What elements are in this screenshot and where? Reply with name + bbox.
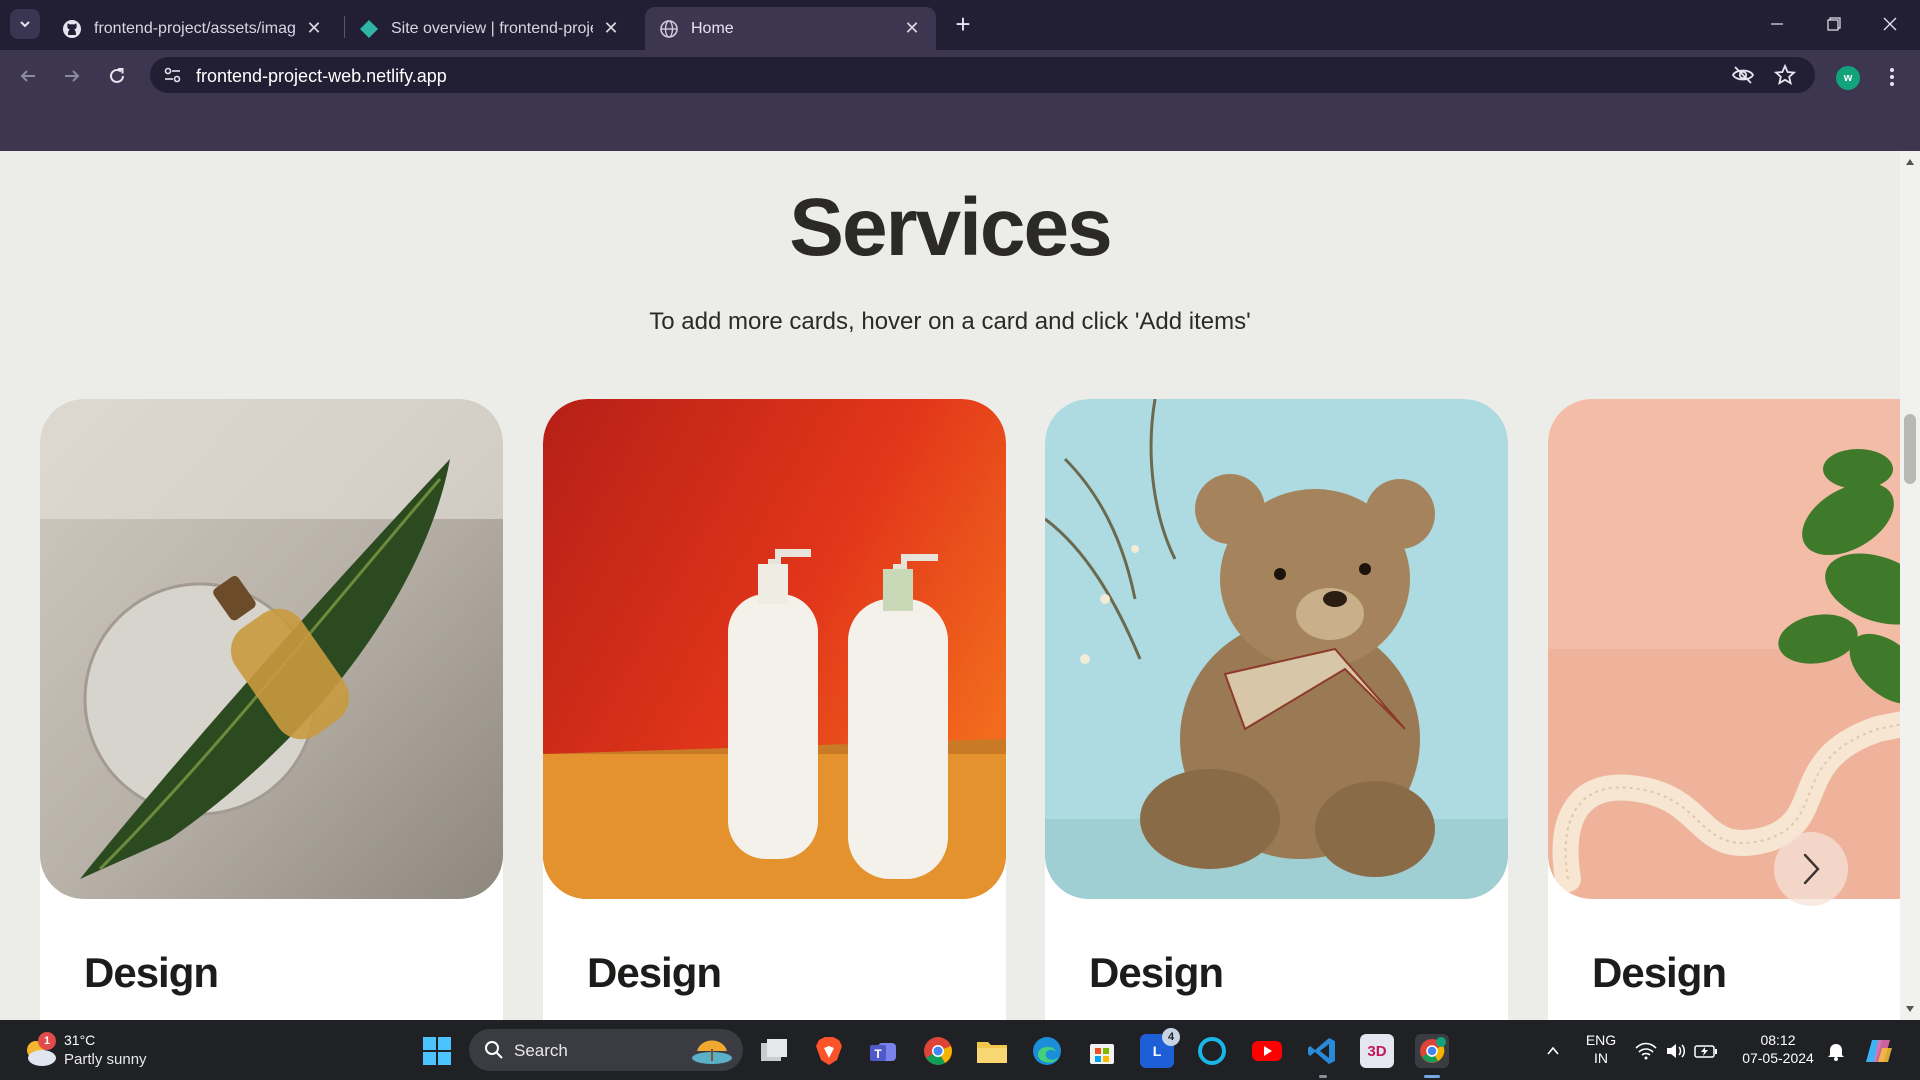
close-window-button[interactable] bbox=[1868, 8, 1912, 40]
edge-icon[interactable] bbox=[1030, 1034, 1064, 1068]
3d-app-icon[interactable]: 3D bbox=[1360, 1034, 1394, 1068]
tab-title: Site overview | frontend-project bbox=[391, 19, 593, 37]
service-card[interactable]: Design bbox=[1548, 399, 1920, 1020]
search-highlight-icon bbox=[692, 1040, 732, 1064]
scroll-thumb[interactable] bbox=[1904, 414, 1916, 484]
search-icon bbox=[485, 1041, 503, 1059]
eye-off-icon[interactable] bbox=[1730, 62, 1756, 88]
page-title: Services bbox=[789, 182, 1112, 273]
more-menu-icon[interactable] bbox=[1882, 62, 1902, 92]
card-heading: Design bbox=[1592, 949, 1727, 996]
card-image-plant-ribbon bbox=[1548, 399, 1920, 899]
card-image-perfume bbox=[40, 399, 503, 899]
scroll-up-icon[interactable] bbox=[1906, 159, 1914, 165]
page-viewport: Services To add more cards, hover on a c… bbox=[0, 151, 1920, 1020]
reload-icon bbox=[110, 68, 124, 83]
task-view-icon[interactable] bbox=[757, 1034, 791, 1068]
page-subtitle: To add more cards, hover on a card and c… bbox=[649, 308, 1251, 335]
lang-line2: IN bbox=[1594, 1050, 1608, 1066]
active-indicator bbox=[1424, 1075, 1440, 1078]
clock-time: 08:12 bbox=[1760, 1032, 1796, 1048]
close-tab-icon[interactable]: ✕ bbox=[304, 18, 324, 39]
windows-taskbar: 1 31°C Partly sunny Search T L 4 3D ENG … bbox=[0, 1020, 1920, 1080]
clock[interactable]: 08:12 07-05-2024 bbox=[1728, 1031, 1828, 1067]
url-text[interactable]: frontend-project-web.netlify.app bbox=[196, 66, 447, 87]
address-bar[interactable]: frontend-project-web.netlify.app bbox=[150, 57, 1815, 93]
tab-netlify[interactable]: Site overview | frontend-project ✕ bbox=[345, 7, 635, 50]
teams-icon[interactable]: T bbox=[866, 1034, 900, 1068]
restore-icon bbox=[1827, 17, 1841, 31]
profile-avatar[interactable]: w bbox=[1836, 66, 1860, 90]
close-icon bbox=[1883, 17, 1897, 31]
volume-icon[interactable] bbox=[1662, 1034, 1690, 1068]
carousel-next-button[interactable] bbox=[1774, 832, 1848, 906]
page-scrollbar[interactable] bbox=[1900, 151, 1920, 1020]
site-info-icon[interactable] bbox=[162, 65, 184, 85]
chevron-right-icon bbox=[1803, 853, 1820, 885]
minimize-button[interactable] bbox=[1755, 8, 1799, 40]
ms-store-icon[interactable] bbox=[1085, 1034, 1119, 1068]
tab-strip: frontend-project/assets/images ✕ Site ov… bbox=[0, 0, 1920, 50]
github-icon bbox=[62, 19, 82, 39]
card-heading: Design bbox=[84, 949, 219, 996]
search-label: Search bbox=[514, 1041, 568, 1060]
netlify-icon bbox=[359, 19, 379, 39]
clock-date: 07-05-2024 bbox=[1742, 1050, 1814, 1066]
forward-button[interactable] bbox=[56, 60, 88, 92]
youtube-icon[interactable] bbox=[1250, 1034, 1284, 1068]
brave-browser-icon[interactable] bbox=[812, 1034, 846, 1068]
close-tab-icon[interactable]: ✕ bbox=[601, 18, 621, 39]
arrow-right-icon bbox=[65, 70, 80, 82]
back-button[interactable] bbox=[12, 60, 44, 92]
chrome-profile-icon[interactable] bbox=[1415, 1034, 1449, 1068]
restore-button[interactable] bbox=[1812, 8, 1856, 40]
vscode-icon[interactable] bbox=[1305, 1034, 1339, 1068]
globe-icon bbox=[659, 19, 679, 39]
weather-widget[interactable]: 1 31°C Partly sunny bbox=[22, 1032, 172, 1072]
new-tab-button[interactable]: + bbox=[949, 11, 977, 39]
copilot-icon[interactable] bbox=[1862, 1034, 1896, 1068]
card-image-lotion-bottles bbox=[543, 399, 1006, 899]
scroll-down-icon[interactable] bbox=[1906, 1006, 1914, 1012]
weather-desc: Partly sunny bbox=[64, 1051, 147, 1068]
tab-home[interactable]: Home ✕ bbox=[645, 7, 936, 50]
wifi-icon[interactable] bbox=[1632, 1034, 1660, 1068]
tab-github[interactable]: frontend-project/assets/images ✕ bbox=[48, 7, 338, 50]
reload-button[interactable] bbox=[101, 60, 133, 92]
windows-start-icon[interactable] bbox=[420, 1034, 454, 1068]
notification-bell-icon[interactable] bbox=[1822, 1034, 1850, 1068]
weather-temp: 31°C bbox=[64, 1032, 96, 1048]
tab-title: Home bbox=[691, 19, 734, 37]
file-explorer-icon[interactable] bbox=[975, 1034, 1009, 1068]
language-indicator[interactable]: ENG IN bbox=[1580, 1031, 1622, 1067]
tab-title: frontend-project/assets/images bbox=[94, 19, 296, 37]
alexa-icon[interactable] bbox=[1195, 1034, 1229, 1068]
running-indicator bbox=[1319, 1075, 1327, 1078]
close-tab-icon[interactable]: ✕ bbox=[902, 18, 922, 39]
card-image-teddy-bear bbox=[1045, 399, 1508, 899]
app-badge: 4 bbox=[1162, 1028, 1180, 1046]
lang-line1: ENG bbox=[1585, 1032, 1617, 1048]
bookmark-bar bbox=[0, 100, 1920, 151]
minimize-icon bbox=[1771, 23, 1783, 25]
service-card[interactable]: Design bbox=[543, 399, 1006, 1020]
chrome-icon[interactable] bbox=[921, 1034, 955, 1068]
arrow-left-icon bbox=[20, 70, 35, 82]
weather-badge: 1 bbox=[38, 1032, 56, 1050]
service-card[interactable]: Design bbox=[40, 399, 503, 1020]
browser-toolbar: frontend-project-web.netlify.app bbox=[0, 50, 1920, 100]
bookmark-star-icon[interactable] bbox=[1772, 62, 1798, 88]
card-heading: Design bbox=[587, 949, 722, 996]
show-hidden-icons-icon[interactable] bbox=[1538, 1034, 1568, 1068]
l-app-icon[interactable]: L 4 bbox=[1140, 1028, 1180, 1068]
svg-text:T: T bbox=[874, 1047, 882, 1061]
chevron-down-icon bbox=[20, 21, 30, 28]
tab-search-button[interactable] bbox=[10, 9, 40, 39]
battery-icon[interactable] bbox=[1692, 1034, 1720, 1068]
card-heading: Design bbox=[1089, 949, 1224, 996]
taskbar-search[interactable]: Search bbox=[469, 1029, 743, 1071]
service-card[interactable]: Design bbox=[1045, 399, 1508, 1020]
